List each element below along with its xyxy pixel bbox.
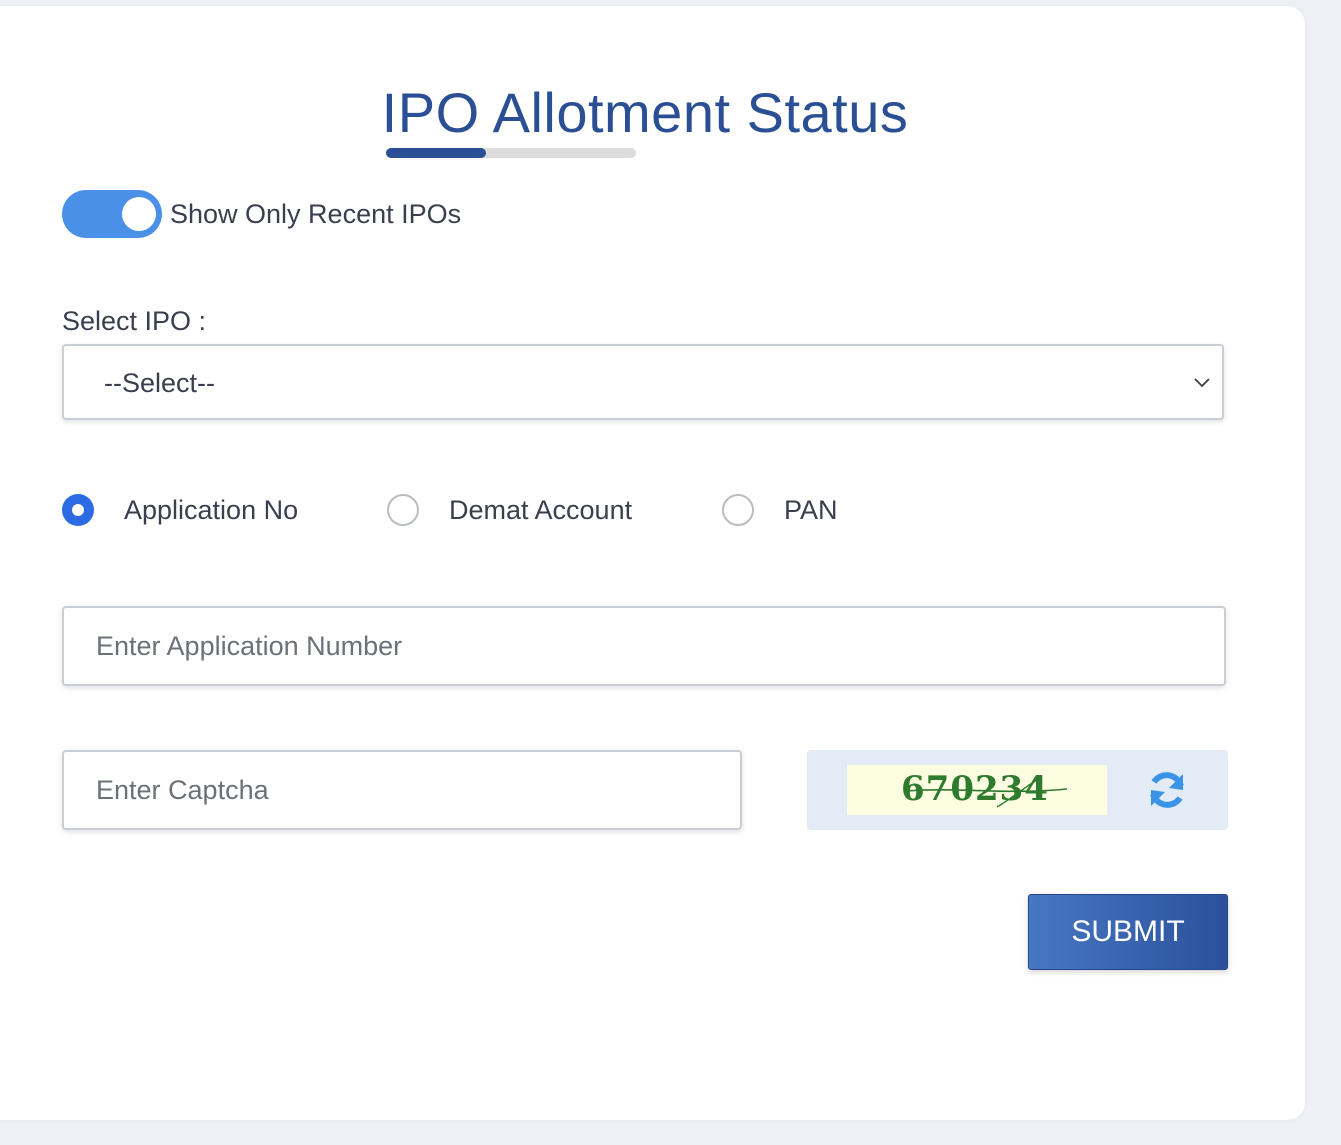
radio-pan[interactable]: PAN [722, 494, 838, 526]
recent-ipos-toggle[interactable] [62, 190, 162, 238]
toggle-knob [122, 197, 156, 231]
radio-demat-account-circle[interactable] [387, 494, 419, 526]
radio-demat-account-label: Demat Account [449, 494, 633, 525]
captcha-box: 670234 [807, 750, 1228, 830]
recent-ipos-toggle-label: Show Only Recent IPOs [170, 198, 462, 229]
refresh-icon[interactable] [1145, 768, 1189, 812]
select-ipo-label: Select IPO : [62, 306, 207, 336]
captcha-noise-lines [906, 776, 1068, 808]
search-by-radio-group: Application No Demat Account PAN [62, 494, 962, 534]
radio-demat-account[interactable]: Demat Account [387, 494, 632, 526]
radio-application-no-circle[interactable] [62, 494, 94, 526]
recent-ipos-toggle-row: Show Only Recent IPOs [62, 190, 461, 238]
captcha-input[interactable] [62, 750, 742, 830]
ipo-form-card: IPO Allotment Status Show Only Recent IP… [0, 6, 1305, 1120]
submit-button[interactable]: SUBMIT [1028, 894, 1228, 970]
radio-application-no-label: Application No [124, 494, 299, 525]
page-title: IPO Allotment Status [381, 81, 909, 144]
title-underline [386, 148, 636, 158]
radio-pan-label: PAN [784, 494, 838, 525]
application-number-input[interactable] [62, 606, 1226, 686]
select-ipo-dropdown[interactable]: --Select-- [62, 344, 1224, 420]
chevron-down-icon [1194, 378, 1210, 388]
title-underline-accent [386, 148, 486, 158]
captcha-image: 670234 [847, 765, 1107, 815]
radio-application-no[interactable]: Application No [62, 494, 298, 526]
radio-pan-circle[interactable] [722, 494, 754, 526]
select-ipo-value: --Select-- [104, 368, 216, 398]
